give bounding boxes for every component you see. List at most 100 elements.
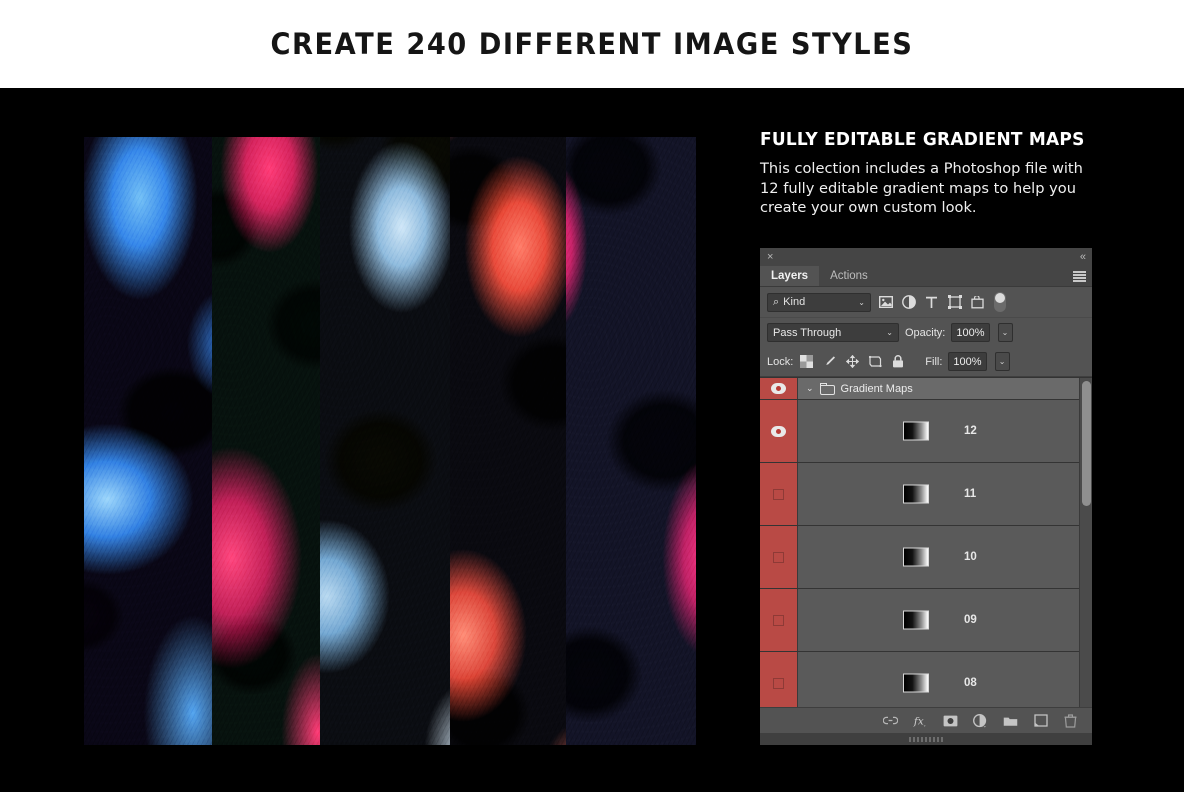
blend-mode-value: Pass Through xyxy=(773,327,841,339)
artwork-strip-pink-green xyxy=(212,137,320,745)
fill-stepper[interactable]: ⌄ xyxy=(995,352,1010,371)
layer-name: 11 xyxy=(964,488,976,500)
layer-name: 10 xyxy=(964,551,977,563)
lock-artboard-icon[interactable] xyxy=(868,355,882,369)
layer-thumbnail xyxy=(903,422,929,441)
tab-actions[interactable]: Actions xyxy=(819,266,879,286)
chevron-down-icon[interactable]: ⌄ xyxy=(806,383,814,394)
lock-image-pixels-icon[interactable] xyxy=(822,355,836,369)
layer-thumbnail xyxy=(903,611,929,630)
strip-texture xyxy=(84,137,212,745)
info-heading: FULLY EDITABLE GRADIENT MAPS xyxy=(760,130,1090,150)
layer-row[interactable]: 09 xyxy=(760,589,1092,652)
layer-body[interactable]: 08 xyxy=(798,652,1092,707)
layer-visibility-toggle[interactable] xyxy=(760,526,798,588)
layer-name: 09 xyxy=(964,614,977,626)
layer-body[interactable]: 12 xyxy=(798,400,1092,462)
filter-kind-select[interactable]: ⌕ Kind ⌄ xyxy=(767,293,871,312)
pixel-layer-filter-icon[interactable] xyxy=(877,294,894,311)
layer-row[interactable]: 10 xyxy=(760,526,1092,589)
layer-visibility-toggle[interactable] xyxy=(760,400,798,462)
layer-visibility-toggle[interactable] xyxy=(760,589,798,651)
strip-texture xyxy=(450,137,566,745)
chevron-down-icon: ⌄ xyxy=(886,328,893,337)
lock-row: Lock: Fill: 100% ⌄ xyxy=(760,347,1092,377)
filter-kind-value: Kind xyxy=(783,296,805,308)
layer-row[interactable]: 12 xyxy=(760,400,1092,463)
poster-root: CREATE 240 DIFFERENT IMAGE STYLES xyxy=(0,0,1184,792)
blend-mode-select[interactable]: Pass Through ⌄ xyxy=(767,323,899,342)
group-body[interactable]: ⌄ Gradient Maps xyxy=(798,378,1092,399)
opacity-label: Opacity: xyxy=(905,327,945,339)
layers-footer-toolbar: fx xyxy=(760,707,1092,733)
eye-hidden-icon xyxy=(773,615,784,626)
lock-label: Lock: xyxy=(767,356,793,368)
fill-value[interactable]: 100% xyxy=(948,352,986,371)
panel-tabs: Layers Actions xyxy=(760,266,1092,287)
layer-list-scrollbar[interactable] xyxy=(1079,378,1092,707)
lock-position-icon[interactable] xyxy=(845,355,859,369)
artwork-strip-navy-magenta xyxy=(566,137,696,745)
layer-row[interactable]: 08 xyxy=(760,652,1092,707)
layer-thumbnail xyxy=(903,485,929,504)
layer-row[interactable]: 11 xyxy=(760,463,1092,526)
add-layer-mask-icon[interactable] xyxy=(943,713,958,728)
adjustment-layer-filter-icon[interactable] xyxy=(900,294,917,311)
page-title: CREATE 240 DIFFERENT IMAGE STYLES xyxy=(271,27,914,61)
layer-body[interactable]: 11 xyxy=(798,463,1092,525)
layer-name: 08 xyxy=(964,677,977,689)
layer-body[interactable]: 10 xyxy=(798,526,1092,588)
close-icon[interactable]: × xyxy=(767,250,773,264)
delete-layer-icon[interactable] xyxy=(1063,713,1078,728)
lock-all-icon[interactable] xyxy=(891,355,905,369)
layer-group-row[interactable]: ⌄ Gradient Maps xyxy=(760,378,1092,400)
grip-icon xyxy=(909,737,943,742)
layer-visibility-toggle[interactable] xyxy=(760,652,798,707)
group-visibility-toggle[interactable] xyxy=(760,378,798,399)
eye-visible-icon xyxy=(771,426,786,437)
scrollbar-thumb[interactable] xyxy=(1082,381,1091,506)
layer-thumbnail xyxy=(903,548,929,567)
info-column: FULLY EDITABLE GRADIENT MAPS This colect… xyxy=(760,130,1100,218)
chevron-down-icon: ⌄ xyxy=(858,298,865,307)
new-layer-icon[interactable] xyxy=(1033,713,1048,728)
smart-object-filter-icon[interactable] xyxy=(969,294,986,311)
header-banner: CREATE 240 DIFFERENT IMAGE STYLES xyxy=(0,0,1184,88)
collapse-panel-icon[interactable]: « xyxy=(1080,250,1085,264)
link-layers-icon[interactable] xyxy=(883,713,898,728)
artwork-preview xyxy=(84,137,696,745)
photoshop-layers-panel: × « Layers Actions ⌕ Kind ⌄ xyxy=(760,248,1092,745)
eye-hidden-icon xyxy=(773,552,784,563)
type-layer-filter-icon[interactable] xyxy=(923,294,940,311)
layer-body[interactable]: 09 xyxy=(798,589,1092,651)
layer-name: 12 xyxy=(964,425,977,437)
layer-style-fx-icon[interactable]: fx xyxy=(913,713,928,728)
opacity-value[interactable]: 100% xyxy=(951,323,989,342)
opacity-stepper[interactable]: ⌄ xyxy=(998,323,1013,342)
new-group-icon[interactable] xyxy=(1003,713,1018,728)
layer-group-name: Gradient Maps xyxy=(841,383,913,395)
eye-visible-icon xyxy=(771,383,786,394)
panel-titlebar: × « xyxy=(760,248,1092,266)
eye-hidden-icon xyxy=(773,678,784,689)
new-adjustment-layer-icon[interactable] xyxy=(973,713,988,728)
svg-text:fx: fx xyxy=(913,715,924,727)
eye-hidden-icon xyxy=(773,489,784,500)
layer-visibility-toggle[interactable] xyxy=(760,463,798,525)
folder-icon xyxy=(820,383,835,395)
layer-list[interactable]: ⌄ Gradient Maps 12 xyxy=(760,377,1092,707)
strip-texture xyxy=(212,137,320,745)
search-icon: ⌕ xyxy=(773,296,779,309)
panel-menu-icon[interactable] xyxy=(1073,271,1086,282)
fill-label: Fill: xyxy=(925,356,942,368)
info-description: This colection includes a Photoshop file… xyxy=(760,159,1096,218)
shape-layer-filter-icon[interactable] xyxy=(946,294,963,311)
tab-layers[interactable]: Layers xyxy=(760,266,819,286)
lock-transparent-pixels-icon[interactable] xyxy=(799,355,813,369)
panel-resize-grip[interactable] xyxy=(760,733,1092,745)
artwork-strip-coral-dark xyxy=(450,137,566,745)
strip-texture xyxy=(566,137,696,745)
filter-enable-toggle[interactable] xyxy=(994,292,1006,312)
layer-filter-row: ⌕ Kind ⌄ xyxy=(760,287,1092,318)
artwork-strip-blue-magenta xyxy=(84,137,212,745)
